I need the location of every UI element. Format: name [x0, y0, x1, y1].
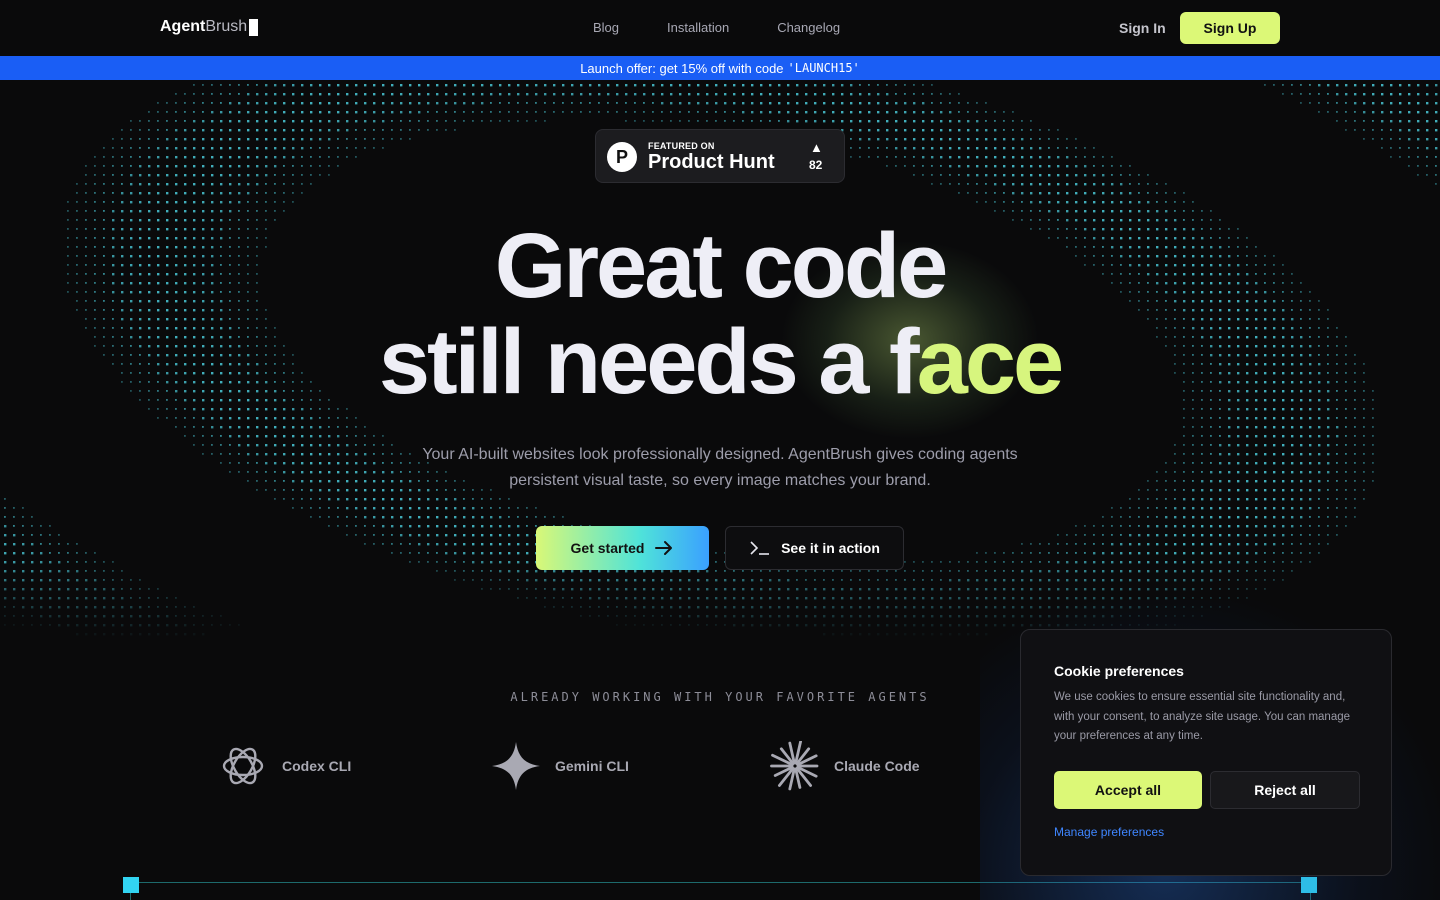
product-hunt-logo-icon: P	[607, 142, 637, 172]
logo-light: Brush	[205, 18, 248, 35]
hero-subtitle-line-2: persistent visual taste, so every image …	[509, 472, 931, 489]
agent-claude-label: Claude Code	[834, 758, 920, 774]
headline-line-1: Great code	[494, 215, 949, 317]
logo[interactable]: Agent Brush	[160, 18, 259, 36]
cookie-body: We use cookies to ensure essential site …	[1054, 691, 1351, 742]
openai-icon	[222, 747, 264, 785]
nav-link-installation[interactable]: Installation	[667, 20, 729, 35]
divider-marker-left	[123, 877, 139, 893]
nav-links: Blog Installation Changelog	[593, 20, 840, 35]
headline-line-2: still needs a face	[0, 310, 1440, 415]
launch-banner: Launch offer: get 15% off with code 'LAU…	[0, 56, 1440, 80]
hero-subtitle-line-1: Your AI-built websites look professional…	[422, 446, 1018, 463]
get-started-label: Get started	[570, 540, 645, 556]
headline-line-2-accent: ace	[916, 311, 1064, 413]
product-hunt-badge[interactable]: P FEATURED ON Product Hunt ▲ 82	[595, 129, 845, 183]
product-hunt-title: Product Hunt	[648, 151, 775, 173]
get-started-button[interactable]: Get started	[536, 526, 709, 570]
manage-preferences-link[interactable]: Manage preferences	[1054, 825, 1164, 839]
terminal-icon	[750, 541, 770, 555]
signin-link[interactable]: Sign In	[1119, 20, 1166, 36]
logo-bold: Agent	[160, 18, 206, 35]
agent-gemini-label: Gemini CLI	[555, 758, 629, 774]
hero-subtitle: Your AI-built websites look professional…	[380, 442, 1060, 494]
signup-button[interactable]: Sign Up	[1180, 12, 1280, 44]
agent-codex-label: Codex CLI	[282, 758, 352, 774]
gemini-star-icon	[492, 742, 540, 790]
banner-text: Launch offer: get 15% off with code	[580, 60, 784, 76]
top-nav: Agent Brush Blog Installation Changelog S…	[0, 0, 1440, 56]
divider-tick-left	[130, 893, 131, 900]
headline-line-2-plain: still needs a f	[378, 311, 920, 413]
accept-all-button[interactable]: Accept all	[1054, 771, 1202, 809]
nav-link-blog[interactable]: Blog	[593, 20, 619, 35]
agent-gemini: Gemini CLI	[491, 741, 629, 791]
agent-claude: Claude Code	[770, 741, 920, 791]
product-hunt-upvote-count: 82	[809, 158, 823, 172]
see-in-action-button[interactable]: See it in action	[725, 526, 904, 570]
cookie-dialog: Cookie preferences We use cookies to ens…	[1020, 629, 1392, 876]
see-in-action-label: See it in action	[781, 540, 880, 556]
arrow-right-icon	[655, 541, 673, 555]
agent-codex: Codex CLI	[218, 741, 351, 791]
claude-burst-icon	[770, 741, 819, 791]
triangle-up-icon: ▲	[810, 140, 823, 155]
banner-code: 'LAUNCH15'	[787, 61, 860, 75]
product-hunt-featured-label: FEATURED ON	[648, 141, 715, 151]
nav-link-changelog[interactable]: Changelog	[777, 20, 840, 35]
logo-cursor	[249, 18, 259, 36]
reject-all-button[interactable]: Reject all	[1210, 771, 1360, 809]
cookie-title: Cookie preferences	[1054, 663, 1184, 679]
